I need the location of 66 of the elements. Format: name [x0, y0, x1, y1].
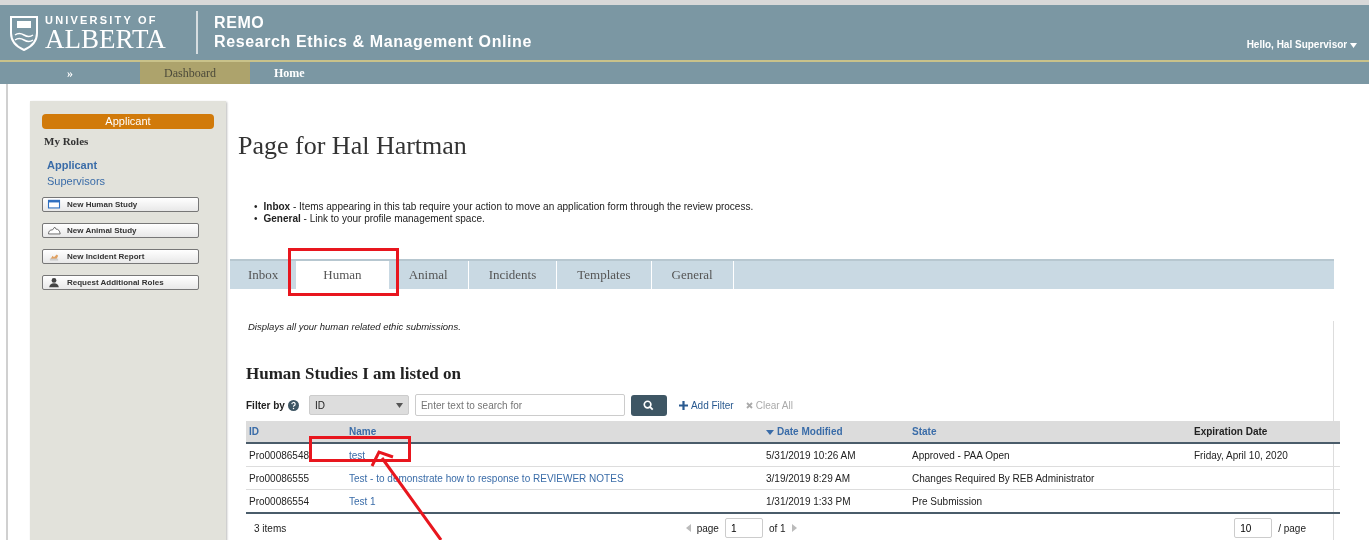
tab[interactable]: Human — [297, 261, 389, 289]
column-header[interactable]: Name — [346, 421, 763, 443]
table-cell: Changes Required By REB Administrator — [912, 472, 1095, 484]
item-count: 3 items — [254, 522, 288, 534]
page-field[interactable]: 1 — [724, 518, 763, 538]
search-button[interactable] — [630, 394, 667, 416]
tab[interactable]: Animal — [388, 261, 469, 289]
sort-icon — [766, 430, 774, 435]
role-link[interactable]: Applicant — [47, 157, 98, 173]
roles-heading: My Roles — [44, 135, 90, 147]
column-header[interactable]: ID — [246, 421, 346, 443]
table-cell: Pro00086548 — [249, 449, 310, 461]
tab-description: Displays all your human related ethic submissions. — [248, 321, 461, 332]
page-title: Page for Hal Hartman — [238, 131, 467, 161]
add-filter-link[interactable]: Add Filter — [690, 399, 734, 411]
caret-icon — [395, 402, 403, 408]
plus-icon — [678, 400, 688, 410]
table-cell: 1/31/2019 1:33 PM — [766, 495, 851, 507]
page-label: page — [696, 522, 719, 534]
per-page-label: / page — [1278, 522, 1306, 534]
close-icon — [745, 401, 753, 409]
bullet-mark: • — [254, 201, 258, 213]
table-cell: 5/31/2019 10:26 AM — [766, 449, 856, 461]
section-title: Human Studies I am listed on — [246, 364, 461, 384]
person-icon — [47, 277, 61, 288]
tab[interactable]: Incidents — [468, 261, 558, 289]
info-bullet: General - Link to your profile management space. — [263, 213, 485, 225]
page-size-field[interactable]: 10 — [1234, 518, 1273, 538]
nav-item[interactable]: Dashboard — [140, 62, 250, 84]
sidebar-button[interactable]: Request Additional Roles — [42, 275, 199, 290]
page-total: of 1 — [768, 522, 786, 534]
search-field[interactable]: Enter text to search for — [414, 394, 625, 416]
nav-item[interactable]: Home — [250, 62, 329, 84]
table-cell: Pro00086555 — [249, 472, 310, 484]
app-name: REMO — [214, 13, 266, 32]
sidebar-button[interactable]: New Animal Study — [42, 223, 199, 238]
filter-dropdown[interactable]: ID — [308, 395, 409, 415]
search-icon — [643, 399, 655, 411]
sidebar-button[interactable]: New Human Study — [42, 197, 199, 212]
help-icon[interactable] — [287, 399, 299, 411]
logo-text: UNIVERSITY OF — [45, 13, 159, 26]
table-cell: Approved - PAA Open — [912, 449, 1010, 461]
menu-toggle[interactable]: » — [0, 62, 140, 84]
bullet-mark: • — [254, 213, 258, 225]
caret-icon — [1350, 43, 1357, 48]
table-cell: Pre Submission — [912, 495, 983, 507]
sidebar-button[interactable]: New Incident Report — [42, 249, 199, 264]
crest-icon — [9, 14, 39, 51]
column-header[interactable]: State — [909, 421, 1191, 443]
column-header[interactable]: Date Modified — [763, 421, 909, 443]
role-badge: Applicant — [42, 114, 214, 129]
study-link[interactable]: Test 1 — [349, 495, 376, 507]
table-cell: Friday, April 10, 2020 — [1194, 449, 1288, 461]
tab[interactable]: Templates — [557, 261, 652, 289]
column-header: Expiration Date — [1191, 421, 1340, 443]
table-cell: 3/19/2019 8:29 AM — [766, 472, 850, 484]
window-icon — [47, 199, 61, 210]
role-link[interactable]: Supervisors — [47, 173, 106, 189]
app-subtitle: Research Ethics & Management Online — [214, 32, 533, 51]
logo-text: ALBERTA — [45, 25, 166, 52]
tab[interactable]: General — [651, 261, 734, 289]
filter-label: Filter by — [246, 399, 285, 411]
table-cell: Pro00086554 — [249, 495, 310, 507]
info-bullet: Inbox - Items appearing in this tab require your action to move an application form through the review process. — [263, 201, 754, 213]
user-menu[interactable]: Hello, Hal Supervisor — [1246, 39, 1357, 50]
study-link[interactable]: test — [349, 449, 366, 461]
